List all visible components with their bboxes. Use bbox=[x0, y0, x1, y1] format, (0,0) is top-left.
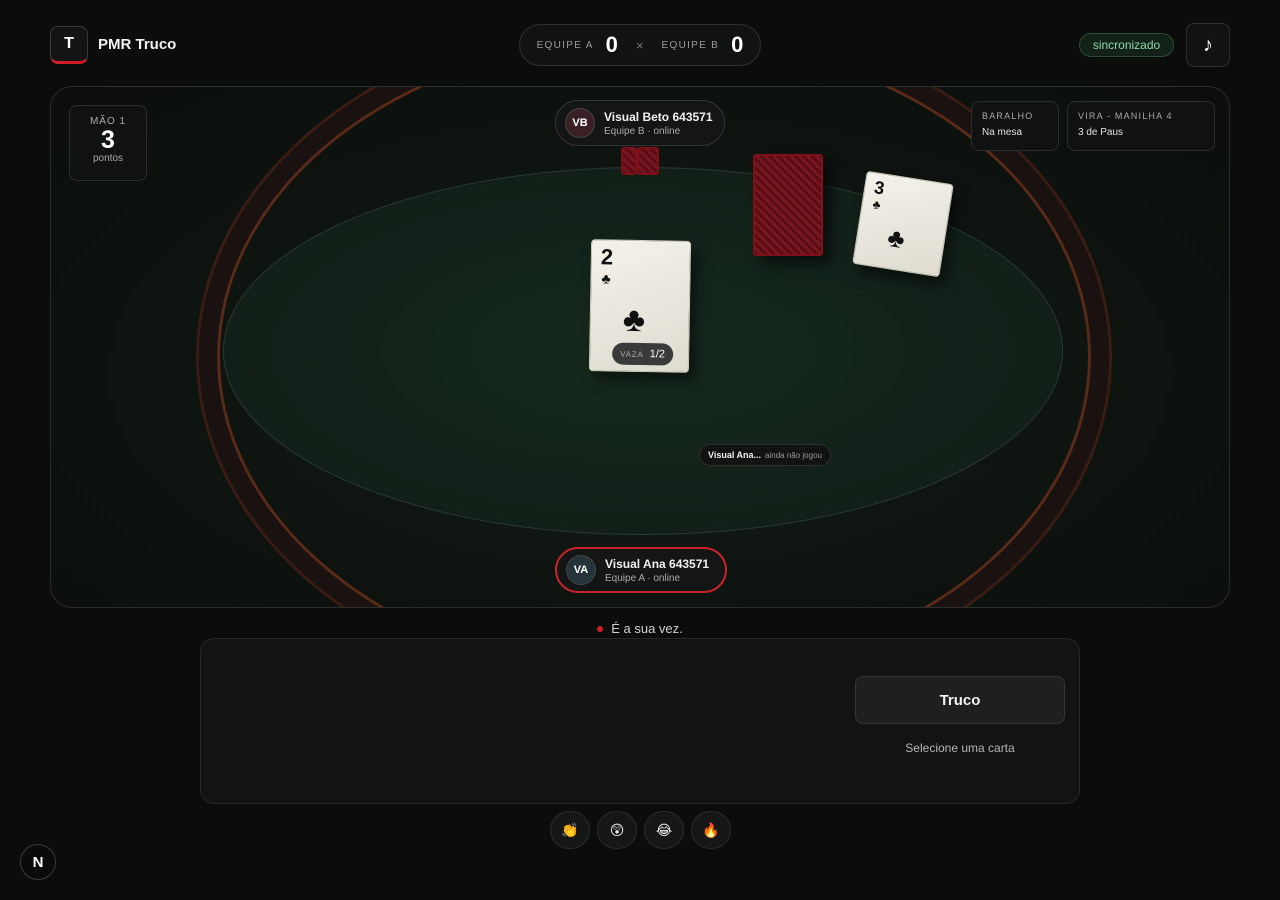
turn-indicator: É a sua vez. bbox=[0, 621, 1280, 636]
status-player-name: Visual Ana... bbox=[708, 450, 762, 460]
opponent-team: Equipe B · online bbox=[604, 125, 681, 137]
opponent-hand-card bbox=[637, 147, 659, 175]
trick-label: VAZA bbox=[620, 349, 644, 359]
my-team: Equipe A · online bbox=[605, 572, 681, 584]
app-logo: T bbox=[50, 26, 88, 64]
trick-badge: VAZA 1/2 bbox=[611, 342, 674, 366]
emoji-reactions: 👏 😲 😂 🔥 bbox=[550, 811, 731, 849]
team-a-score: 0 bbox=[605, 32, 618, 57]
music-note-icon: ♪ bbox=[1203, 33, 1213, 56]
played-card: 2 ♣ ♣ VAZA 1/2 bbox=[588, 239, 692, 373]
opponent-avatar: VB bbox=[565, 108, 595, 138]
vira-value: 3 de Paus bbox=[1078, 127, 1124, 138]
clap-emoji-button[interactable]: 👏 bbox=[550, 811, 590, 849]
dev-tools-badge[interactable]: N bbox=[20, 844, 56, 880]
hand-points-box: MÃO 1 3 pontos bbox=[69, 105, 147, 181]
my-player-pill: VA Visual Ana 643571 Equipe A · online bbox=[555, 547, 727, 593]
vira-card-suit-small: ♣ bbox=[871, 197, 882, 213]
played-card-rank: 2 bbox=[600, 244, 614, 270]
vira-card-rank: 3 bbox=[872, 177, 886, 199]
deck-info-box: BARALHO Na mesa bbox=[971, 101, 1059, 151]
game-table: MÃO 1 3 pontos BARALHO Na mesa VIRA - MA… bbox=[50, 86, 1230, 608]
vira-card: 3 ♣ ♣ bbox=[852, 170, 954, 278]
hand-points-value: 3 bbox=[101, 126, 115, 154]
turn-dot-icon bbox=[597, 625, 604, 632]
team-b-label: EQUIPE B bbox=[661, 39, 720, 51]
deck-value: Na mesa bbox=[982, 127, 1023, 138]
turn-text: É a sua vez. bbox=[611, 621, 683, 636]
opponent-player-pill: VB Visual Beto 643571 Equipe B · online bbox=[555, 100, 725, 146]
deck-label: BARALHO bbox=[982, 111, 1034, 121]
app-header: T PMR Truco EQUIPE A 0 × EQUIPE B 0 sinc… bbox=[0, 0, 1280, 88]
player-status-chip: Visual Ana... ainda não jogou bbox=[699, 444, 831, 466]
sync-status-badge: sincronizado bbox=[1079, 33, 1174, 57]
surprised-emoji-button[interactable]: 😲 bbox=[597, 811, 637, 849]
vira-card-suit-big: ♣ bbox=[885, 221, 908, 255]
score-separator: × bbox=[635, 37, 644, 53]
action-panel: Truco Selecione uma carta bbox=[200, 638, 1080, 804]
trick-value: 1/2 bbox=[649, 348, 666, 361]
vira-label: VIRA - MANILHA 4 bbox=[1078, 111, 1173, 121]
hand-points-unit: pontos bbox=[92, 153, 124, 164]
fire-emoji-button[interactable]: 🔥 bbox=[691, 811, 731, 849]
team-a-label: EQUIPE A bbox=[536, 39, 594, 51]
laughing-emoji-button[interactable]: 😂 bbox=[644, 811, 684, 849]
scoreboard: EQUIPE A 0 × EQUIPE B 0 bbox=[519, 24, 761, 66]
my-avatar: VA bbox=[566, 555, 596, 585]
deck-pile bbox=[753, 154, 823, 256]
select-card-hint: Selecione uma carta bbox=[905, 741, 1015, 755]
app-title: PMR Truco bbox=[98, 36, 177, 53]
vira-info-box: VIRA - MANILHA 4 3 de Paus bbox=[1067, 101, 1215, 151]
opponent-hand-card bbox=[621, 147, 637, 175]
opponent-name: Visual Beto 643571 bbox=[604, 109, 713, 124]
played-card-suit-big: ♣ bbox=[622, 300, 646, 340]
music-toggle-button[interactable]: ♪ bbox=[1186, 23, 1230, 67]
status-text: ainda não jogou bbox=[765, 450, 822, 460]
truco-button[interactable]: Truco bbox=[855, 676, 1065, 724]
team-b-score: 0 bbox=[731, 32, 744, 57]
my-name: Visual Ana 643571 bbox=[605, 556, 710, 571]
played-card-suit-small: ♣ bbox=[601, 270, 611, 287]
